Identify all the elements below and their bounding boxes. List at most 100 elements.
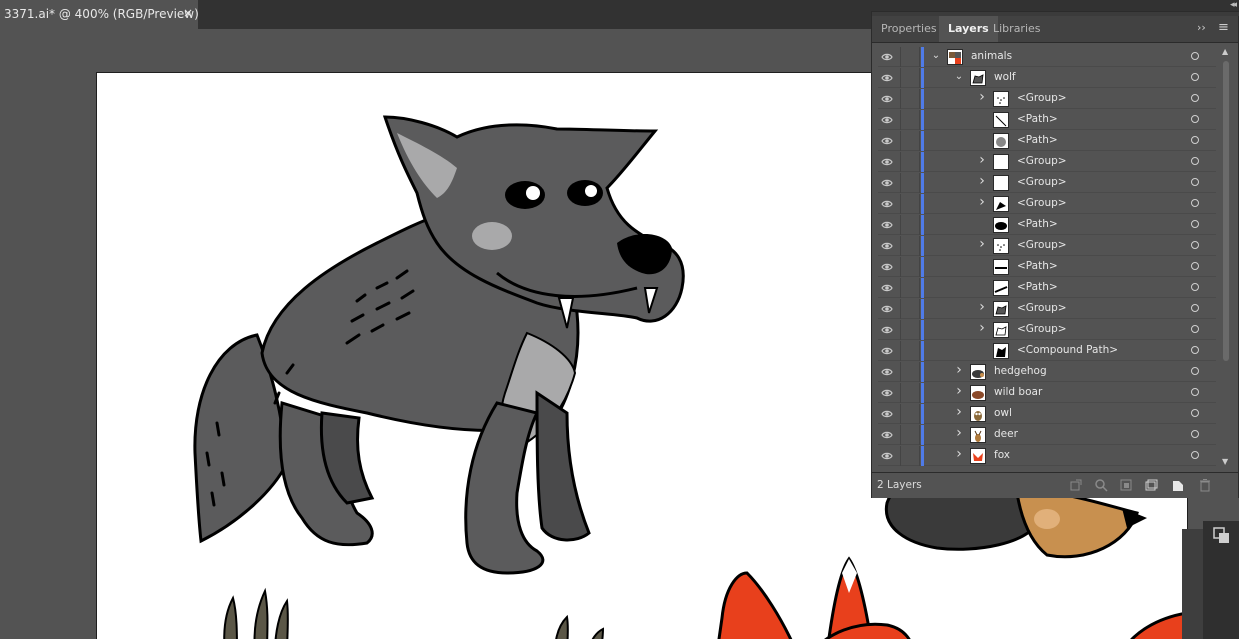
layer-name[interactable]: <Group>	[1017, 302, 1067, 314]
scroll-up-icon[interactable]: ▲	[1222, 47, 1228, 56]
layer-row[interactable]: <Path>	[878, 278, 1216, 298]
visibility-eye-icon[interactable]	[881, 282, 893, 294]
target-circle-icon[interactable]	[1191, 283, 1199, 291]
target-circle-icon[interactable]	[1191, 262, 1199, 270]
layer-name[interactable]: <Group>	[1017, 239, 1067, 251]
visibility-eye-icon[interactable]	[881, 135, 893, 147]
lock-toggle[interactable]	[900, 110, 920, 130]
chevron-right-icon[interactable]: ›	[954, 362, 964, 378]
chevron-right-icon[interactable]: ›	[954, 425, 964, 441]
lock-toggle[interactable]	[900, 47, 920, 67]
lock-toggle[interactable]	[900, 425, 920, 445]
target-circle-icon[interactable]	[1191, 325, 1199, 333]
visibility-eye-icon[interactable]	[881, 429, 893, 441]
layer-name[interactable]: <Group>	[1017, 323, 1067, 335]
visibility-eye-icon[interactable]	[881, 72, 893, 84]
lock-toggle[interactable]	[900, 404, 920, 424]
visibility-eye-icon[interactable]	[881, 303, 893, 315]
visibility-eye-icon[interactable]	[881, 240, 893, 252]
layer-row[interactable]: › <Group>	[878, 152, 1216, 172]
layers-scrollbar[interactable]: ▲ ▼	[1222, 47, 1232, 467]
layer-row[interactable]: › <Group>	[878, 89, 1216, 109]
layer-row[interactable]: <Path>	[878, 215, 1216, 235]
chevron-right-icon[interactable]: ›	[954, 446, 964, 462]
layer-row[interactable]: › <Group>	[878, 173, 1216, 193]
layer-name[interactable]: <Path>	[1017, 260, 1058, 272]
target-circle-icon[interactable]	[1191, 388, 1199, 396]
target-circle-icon[interactable]	[1191, 430, 1199, 438]
visibility-eye-icon[interactable]	[881, 219, 893, 231]
layer-row[interactable]: <Compound Path>	[878, 341, 1216, 361]
visibility-eye-icon[interactable]	[881, 114, 893, 126]
layer-row[interactable]: › <Group>	[878, 236, 1216, 256]
target-circle-icon[interactable]	[1191, 52, 1199, 60]
layer-name[interactable]: <Group>	[1017, 176, 1067, 188]
make-clipping-mask-icon[interactable]	[1119, 478, 1133, 492]
lock-toggle[interactable]	[900, 236, 920, 256]
create-sublayer-icon[interactable]	[1144, 478, 1158, 492]
chevron-right-icon[interactable]: ›	[954, 404, 964, 420]
layer-name[interactable]: <Path>	[1017, 113, 1058, 125]
close-tab-icon[interactable]: ×	[183, 6, 193, 20]
tab-properties[interactable]: Properties	[872, 16, 946, 42]
chevron-right-icon[interactable]: ›	[977, 299, 987, 315]
layer-name[interactable]: animals	[971, 50, 1012, 62]
target-circle-icon[interactable]	[1191, 367, 1199, 375]
scrollbar-thumb[interactable]	[1223, 61, 1229, 361]
visibility-eye-icon[interactable]	[881, 93, 893, 105]
visibility-eye-icon[interactable]	[881, 345, 893, 357]
layer-row[interactable]: › <Group>	[878, 194, 1216, 214]
visibility-eye-icon[interactable]	[881, 408, 893, 420]
collapse-panels-icon[interactable]: ◂◂	[1230, 0, 1237, 10]
layer-row[interactable]: ⌄ animals	[878, 47, 1216, 67]
visibility-eye-icon[interactable]	[881, 450, 893, 462]
visibility-eye-icon[interactable]	[881, 261, 893, 273]
chevron-right-icon[interactable]: ›	[977, 236, 987, 252]
lock-toggle[interactable]	[900, 341, 920, 361]
target-circle-icon[interactable]	[1191, 241, 1199, 249]
lock-toggle[interactable]	[900, 215, 920, 235]
lock-toggle[interactable]	[900, 152, 920, 172]
layer-row[interactable]: ⌄ wolf	[878, 68, 1216, 88]
lock-toggle[interactable]	[900, 194, 920, 214]
chevron-right-icon[interactable]: ›	[954, 383, 964, 399]
delete-layer-icon[interactable]	[1198, 478, 1212, 492]
visibility-eye-icon[interactable]	[881, 198, 893, 210]
tab-libraries[interactable]: Libraries	[984, 16, 1050, 42]
arrange-docs-icon[interactable]	[1211, 526, 1231, 546]
target-circle-icon[interactable]	[1191, 451, 1199, 459]
lock-toggle[interactable]	[900, 131, 920, 151]
layer-row[interactable]: › wild boar	[878, 383, 1216, 403]
layer-name[interactable]: <Compound Path>	[1017, 344, 1118, 356]
collect-export-icon[interactable]	[1069, 478, 1083, 492]
target-circle-icon[interactable]	[1191, 136, 1199, 144]
visibility-eye-icon[interactable]	[881, 177, 893, 189]
layer-name[interactable]: deer	[994, 428, 1018, 440]
layer-name[interactable]: <Path>	[1017, 281, 1058, 293]
lock-toggle[interactable]	[900, 278, 920, 298]
visibility-eye-icon[interactable]	[881, 324, 893, 336]
lock-toggle[interactable]	[900, 320, 920, 340]
panel-menu-icon[interactable]: ≡	[1218, 20, 1229, 35]
layer-row[interactable]: <Path>	[878, 110, 1216, 130]
layer-row[interactable]: › <Group>	[878, 299, 1216, 319]
layer-name[interactable]: <Group>	[1017, 92, 1067, 104]
lock-toggle[interactable]	[900, 299, 920, 319]
target-circle-icon[interactable]	[1191, 409, 1199, 417]
target-circle-icon[interactable]	[1191, 304, 1199, 312]
layer-row[interactable]: <Path>	[878, 131, 1216, 151]
lock-toggle[interactable]	[900, 257, 920, 277]
visibility-eye-icon[interactable]	[881, 51, 893, 63]
layer-row[interactable]: › owl	[878, 404, 1216, 424]
target-circle-icon[interactable]	[1191, 220, 1199, 228]
visibility-eye-icon[interactable]	[881, 366, 893, 378]
target-circle-icon[interactable]	[1191, 94, 1199, 102]
target-circle-icon[interactable]	[1191, 346, 1199, 354]
layer-name[interactable]: hedgehog	[994, 365, 1047, 377]
target-circle-icon[interactable]	[1191, 115, 1199, 123]
target-circle-icon[interactable]	[1191, 157, 1199, 165]
layer-name[interactable]: <Path>	[1017, 134, 1058, 146]
lock-toggle[interactable]	[900, 68, 920, 88]
document-tab[interactable]: 3371.ai* @ 400% (RGB/Preview) ×	[0, 0, 199, 29]
target-circle-icon[interactable]	[1191, 73, 1199, 81]
